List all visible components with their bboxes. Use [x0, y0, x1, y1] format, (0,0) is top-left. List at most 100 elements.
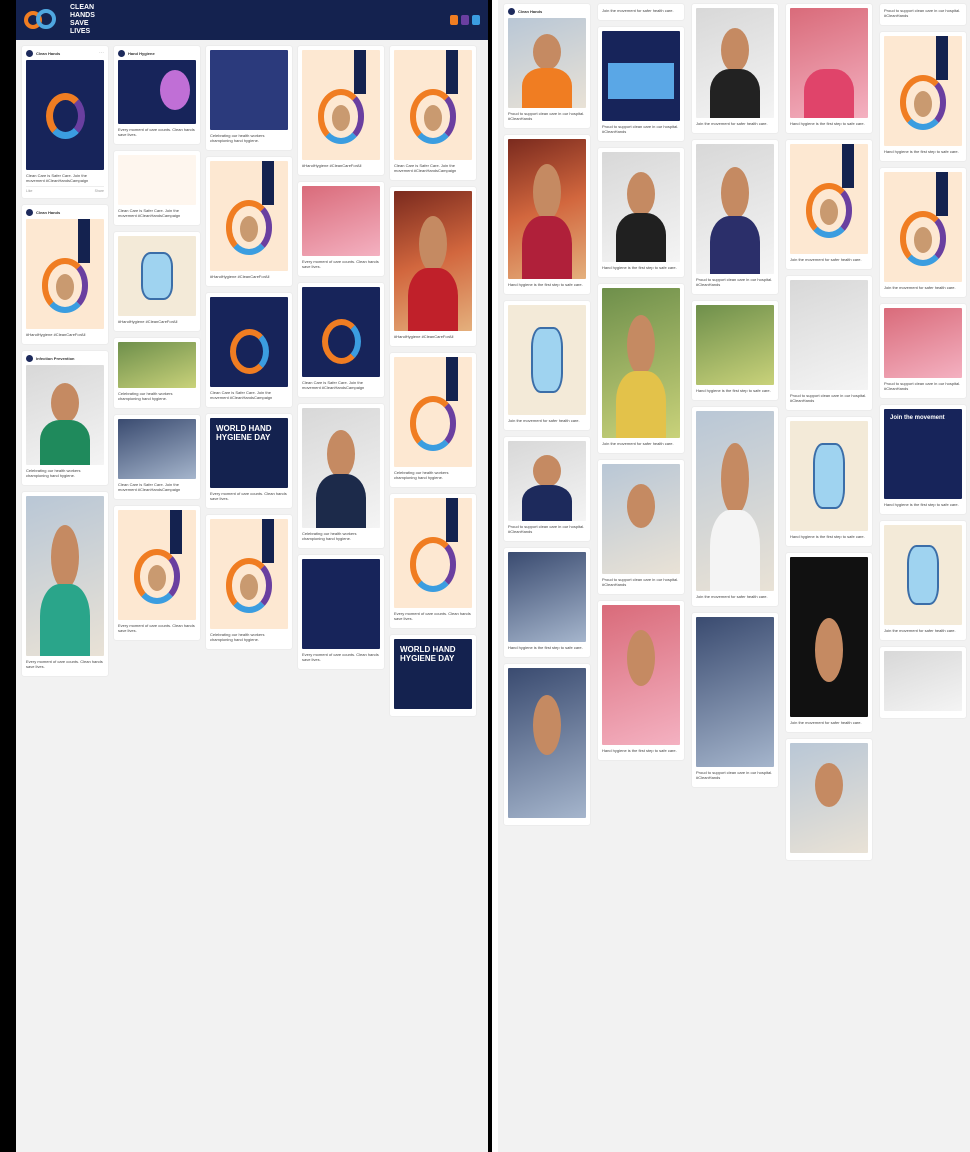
post-card[interactable]: Hand hygiene is the first step to safe c… — [504, 548, 590, 657]
post-card[interactable] — [880, 647, 966, 718]
post-card[interactable]: Join the movement for safer health care. — [504, 301, 590, 430]
post-card[interactable]: Clean Care is Safer Care. Join the movem… — [114, 415, 200, 499]
post-text: Clean Care is Safer Care. Join the movem… — [394, 163, 457, 173]
avatar — [508, 8, 515, 15]
post-text: Hand hygiene is the first step to safe c… — [884, 149, 959, 154]
post-card[interactable]: Proud to support clean care in our hospi… — [598, 27, 684, 141]
post-card[interactable]: Hand hygiene is the first step to safe c… — [880, 32, 966, 161]
post-text: Hand hygiene is the first step to safe c… — [508, 645, 583, 650]
post-card[interactable]: Join the movement for safer health care. — [692, 407, 778, 606]
post-card[interactable]: Proud to support clean care in our hospi… — [692, 140, 778, 294]
post-text: Join the movement for safer health care. — [790, 720, 862, 725]
post-image — [302, 50, 380, 160]
post-card[interactable]: Celebrating our health workers championi… — [206, 515, 292, 649]
post-card[interactable]: Join the movement for safer health care. — [880, 168, 966, 297]
post-card[interactable]: Join the movement for safer health care. — [692, 4, 778, 133]
post-card[interactable]: Proud to support clean care in our hospi… — [598, 460, 684, 594]
post-card[interactable]: Every moment of care counts. Clean hands… — [22, 492, 108, 676]
post-text: Clean Care is Safer Care. Join the movem… — [210, 390, 273, 400]
post-card[interactable] — [786, 739, 872, 860]
post-image — [884, 525, 962, 625]
post-card[interactable]: Join the movement Hand hygiene is the fi… — [880, 405, 966, 514]
post-image — [394, 191, 472, 331]
post-image — [790, 144, 868, 254]
post-card[interactable]: Every moment of care counts. Clean hands… — [298, 555, 384, 669]
post-card[interactable]: Join the movement for safer health care. — [598, 4, 684, 20]
post-image — [602, 31, 680, 121]
campaign-logo[interactable]: CLEAN HANDS SAVE LIVES — [24, 4, 110, 36]
post-image — [884, 651, 962, 711]
feed-column-4: #HandHygiene #CleanCareForAll Every mome… — [298, 46, 384, 676]
post-card[interactable]: Hand hygiene is the first step to safe c… — [692, 301, 778, 400]
post-text: Celebrating our health workers championi… — [26, 468, 81, 478]
post-card[interactable]: Every moment of care counts. Clean hands… — [298, 182, 384, 276]
post-card[interactable]: WORLD HAND HYGIENE DAY Every moment of c… — [206, 414, 292, 508]
post-image — [118, 419, 196, 479]
post-image — [394, 50, 472, 160]
post-card[interactable]: Proud to support clean care in our hospi… — [504, 437, 590, 541]
post-card[interactable]: Clean Care is Safer Care. Join the movem… — [206, 293, 292, 407]
post-card[interactable]: Clean Hands #HandHygiene #CleanCareForAl… — [22, 205, 108, 344]
post-card[interactable]: Clean Care is Safer Care. Join the movem… — [390, 46, 476, 180]
post-card[interactable]: Hand hygiene is the first step to safe c… — [504, 135, 590, 294]
post-image — [508, 552, 586, 642]
post-image — [302, 287, 380, 377]
post-card[interactable]: #HandHygiene #CleanCareForAll — [298, 46, 384, 175]
post-image — [394, 357, 472, 467]
more-icon[interactable]: ⋯ — [99, 51, 104, 56]
feed-column-1: Clean Hands ⋯ Clean Care is Safer Care. J… — [22, 46, 108, 683]
post-card[interactable]: Proud to support clean care in our hospi… — [880, 304, 966, 398]
post-text: Every moment of care counts. Clean hands… — [210, 491, 287, 501]
post-card[interactable] — [504, 664, 590, 825]
post-card[interactable]: Join the movement for safer health care. — [598, 284, 684, 453]
post-card[interactable]: Proud to support clean care in our hospi… — [880, 4, 966, 25]
post-image — [884, 36, 962, 146]
post-text: Every moment of care counts. Clean hands… — [302, 259, 379, 269]
post-image — [602, 288, 680, 438]
post-card[interactable]: Clean Care is Safer Care. Join the movem… — [114, 151, 200, 225]
post-card[interactable]: Clean Hands ⋯ Clean Care is Safer Care. J… — [22, 46, 108, 198]
post-card[interactable]: Infection Prevention Celebrating our hea… — [22, 351, 108, 485]
post-card[interactable]: Join the movement for safer health care. — [880, 521, 966, 640]
post-text: Clean Care is Safer Care. Join the movem… — [302, 380, 365, 390]
post-image — [508, 305, 586, 415]
post-card[interactable]: Hand Hygiene Every moment of care counts… — [114, 46, 200, 144]
post-text: Join the movement for safer health care. — [884, 628, 956, 633]
post-text: Proud to support clean care in our hospi… — [884, 381, 961, 391]
post-card[interactable]: Every moment of care counts. Clean hands… — [114, 506, 200, 640]
post-card[interactable]: #HandHygiene #CleanCareForAll — [114, 232, 200, 331]
post-text: Hand hygiene is the first step to safe c… — [696, 388, 771, 393]
post-text: Every moment of care counts. Clean hands… — [118, 127, 195, 137]
post-card[interactable]: Proud to support clean care in our hospi… — [786, 276, 872, 410]
post-card[interactable]: #HandHygiene #CleanCareForAll — [206, 157, 292, 286]
share-button[interactable]: Share — [95, 189, 104, 194]
post-text: #HandHygiene #CleanCareForAll — [118, 319, 178, 324]
post-text: Hand hygiene is the first step to safe c… — [602, 748, 677, 753]
post-card[interactable]: Celebrating our health workers championi… — [390, 353, 476, 487]
post-card[interactable]: Every moment of care counts. Clean hands… — [390, 494, 476, 628]
post-text: Clean Care is Safer Care. Join the movem… — [26, 173, 89, 183]
post-text: #HandHygiene #CleanCareForAll — [210, 274, 270, 279]
post-card[interactable]: Hand hygiene is the first step to safe c… — [598, 601, 684, 760]
post-text: Join the movement for safer health care. — [602, 441, 674, 446]
post-card[interactable]: Clean Care is Safer Care. Join the movem… — [298, 283, 384, 397]
post-card[interactable]: Proud to support clean care in our hospi… — [692, 613, 778, 787]
post-card[interactable]: Clean Hands Proud to support clean care … — [504, 4, 590, 128]
post-author: Clean Hands — [518, 9, 543, 14]
post-card[interactable]: Celebrating our health workers championi… — [298, 404, 384, 548]
post-author: Hand Hygiene — [128, 51, 155, 56]
post-card[interactable]: #HandHygiene #CleanCareForAll — [390, 187, 476, 346]
post-card[interactable]: Celebrating our health workers championi… — [114, 338, 200, 408]
post-text: Proud to support clean care in our hospi… — [508, 111, 585, 121]
post-card[interactable]: Celebrating our health workers championi… — [206, 46, 292, 150]
post-card[interactable]: Join the movement for safer health care. — [786, 140, 872, 269]
post-card[interactable]: Hand hygiene is the first step to safe c… — [786, 417, 872, 546]
post-card[interactable]: Hand hygiene is the first step to safe c… — [786, 4, 872, 133]
like-button[interactable]: Like — [26, 189, 32, 194]
post-text: Join the movement for safer health care. — [696, 594, 768, 599]
post-card[interactable]: Join the movement for safer health care. — [786, 553, 872, 732]
post-image — [790, 280, 868, 390]
post-card[interactable]: WORLD HAND HYGIENE DAY — [390, 635, 476, 716]
feed-column-6: Clean Hands Proud to support clean care … — [504, 4, 590, 832]
post-card[interactable]: Hand hygiene is the first step to safe c… — [598, 148, 684, 277]
